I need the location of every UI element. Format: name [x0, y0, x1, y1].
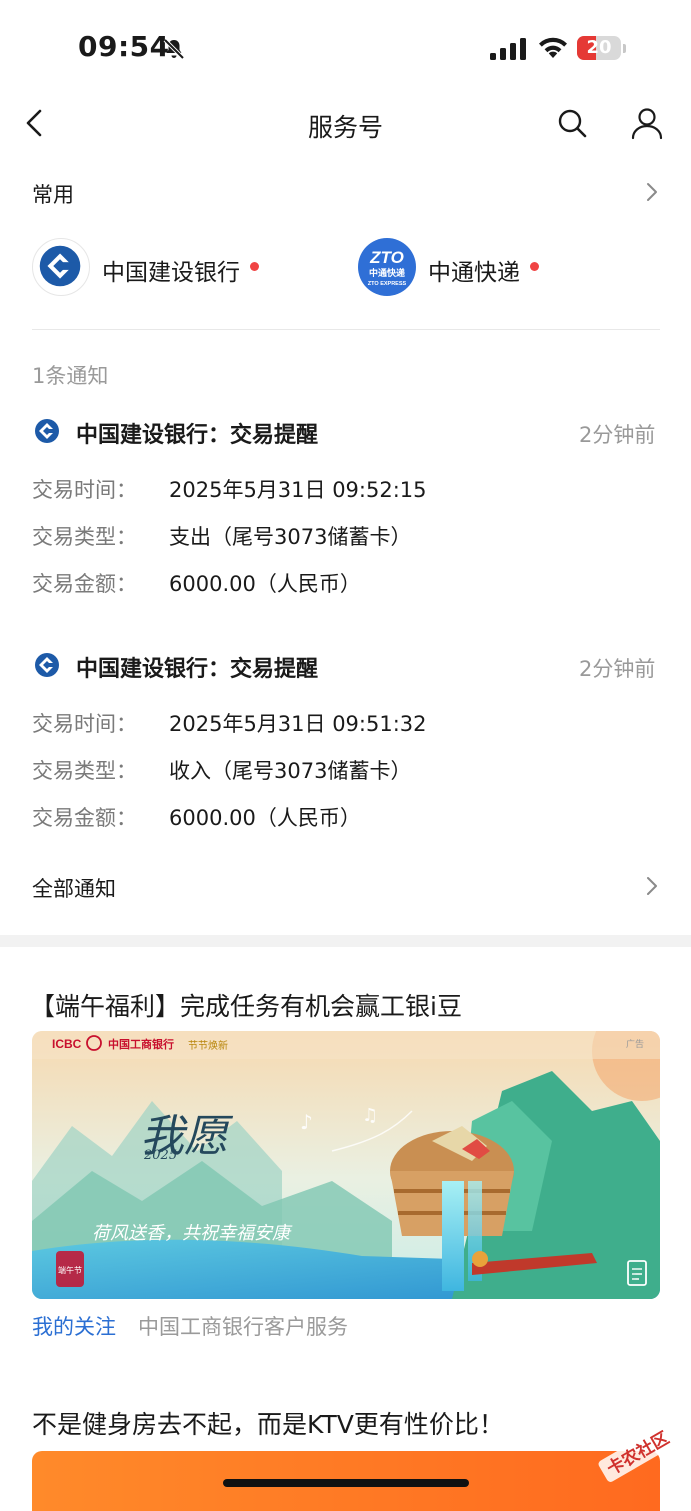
frequent-item-zto[interactable]: 中通快递 — [428, 253, 520, 287]
field-label: 交易类型： — [32, 525, 137, 549]
field-label: 交易金额： — [32, 806, 137, 830]
divider — [32, 329, 660, 330]
home-indicator — [223, 1479, 469, 1487]
field-value: 收入（尾号3073储蓄卡） — [169, 759, 412, 783]
search-icon[interactable] — [556, 107, 588, 139]
wifi-icon — [539, 37, 567, 58]
status-time: 09:54 — [78, 30, 170, 63]
chevron-right-icon[interactable] — [645, 181, 659, 203]
field-value: 6000.00（人民币） — [169, 572, 361, 596]
profile-icon[interactable] — [630, 106, 664, 140]
field-label: 交易时间： — [32, 478, 137, 502]
svg-text:广告: 广告 — [626, 1038, 644, 1050]
unread-dot — [250, 262, 259, 271]
unread-dot — [530, 262, 539, 271]
message-time: 2分钟前 — [579, 657, 656, 681]
frequent-section-title: 常用 — [32, 183, 74, 207]
promo-banner[interactable]: ♪ ♫ ICBC 中国工商银行 节节焕新 广告 我愿 2025 荷风送香，共祝幸… — [32, 1031, 660, 1299]
bell-muted-icon — [163, 38, 185, 60]
field-value: 6000.00（人民币） — [169, 806, 361, 830]
field-value: 2025年5月31日 09:52:15 — [169, 478, 427, 502]
svg-text:ZTO: ZTO — [369, 248, 404, 267]
account-name[interactable]: 中国工商银行客户服务 — [138, 1311, 348, 1341]
svg-text:中国工商银行: 中国工商银行 — [108, 1037, 174, 1051]
cellular-signal-icon — [490, 38, 526, 60]
section-separator — [0, 935, 691, 947]
watermark-logo: 卡农社区 — [598, 1424, 677, 1482]
message-title[interactable]: 中国建设银行：交易提醒 — [76, 417, 318, 449]
zto-logo-icon[interactable]: ZTO 中通快递 ZTO EXPRESS — [358, 238, 416, 296]
ccb-logo-icon[interactable] — [32, 238, 90, 296]
my-follow-link[interactable]: 我的关注 — [32, 1311, 116, 1341]
svg-text:2025: 2025 — [143, 1148, 177, 1163]
article-title[interactable]: 不是健身房去不起，而是KTV更有性价比！ — [32, 1405, 504, 1441]
battery-level-text: 20 — [586, 37, 612, 58]
notice-count: 1条通知 — [32, 364, 109, 388]
field-label: 交易金额： — [32, 572, 137, 596]
svg-text:中通快递: 中通快递 — [369, 267, 405, 279]
ccb-small-icon — [35, 419, 59, 443]
message-title[interactable]: 中国建设银行：交易提醒 — [76, 651, 318, 683]
field-label: 交易类型： — [32, 759, 137, 783]
field-label: 交易时间： — [32, 712, 137, 736]
svg-text:节节焕新: 节节焕新 — [188, 1039, 228, 1052]
field-value: 支出（尾号3073储蓄卡） — [169, 525, 412, 549]
promo-title[interactable]: 【端午福利】完成任务有机会赢工银i豆 — [30, 987, 462, 1023]
svg-text:♫: ♫ — [362, 1105, 378, 1126]
battery-indicator: 20 — [577, 36, 627, 62]
all-notices-link[interactable]: 全部通知 — [32, 873, 116, 903]
svg-text:荷风送香，共祝幸福安康: 荷风送香，共祝幸福安康 — [92, 1223, 293, 1244]
message-time: 2分钟前 — [579, 423, 656, 447]
svg-text:端午节: 端午节 — [58, 1265, 82, 1275]
svg-text:ICBC: ICBC — [52, 1037, 82, 1051]
ccb-small-icon — [35, 653, 59, 677]
frequent-item-ccb[interactable]: 中国建设银行 — [102, 253, 240, 287]
field-value: 2025年5月31日 09:51:32 — [169, 712, 427, 736]
chevron-right-icon[interactable] — [645, 875, 659, 897]
svg-text:ZTO EXPRESS: ZTO EXPRESS — [368, 281, 407, 287]
svg-text:♪: ♪ — [300, 1110, 313, 1134]
